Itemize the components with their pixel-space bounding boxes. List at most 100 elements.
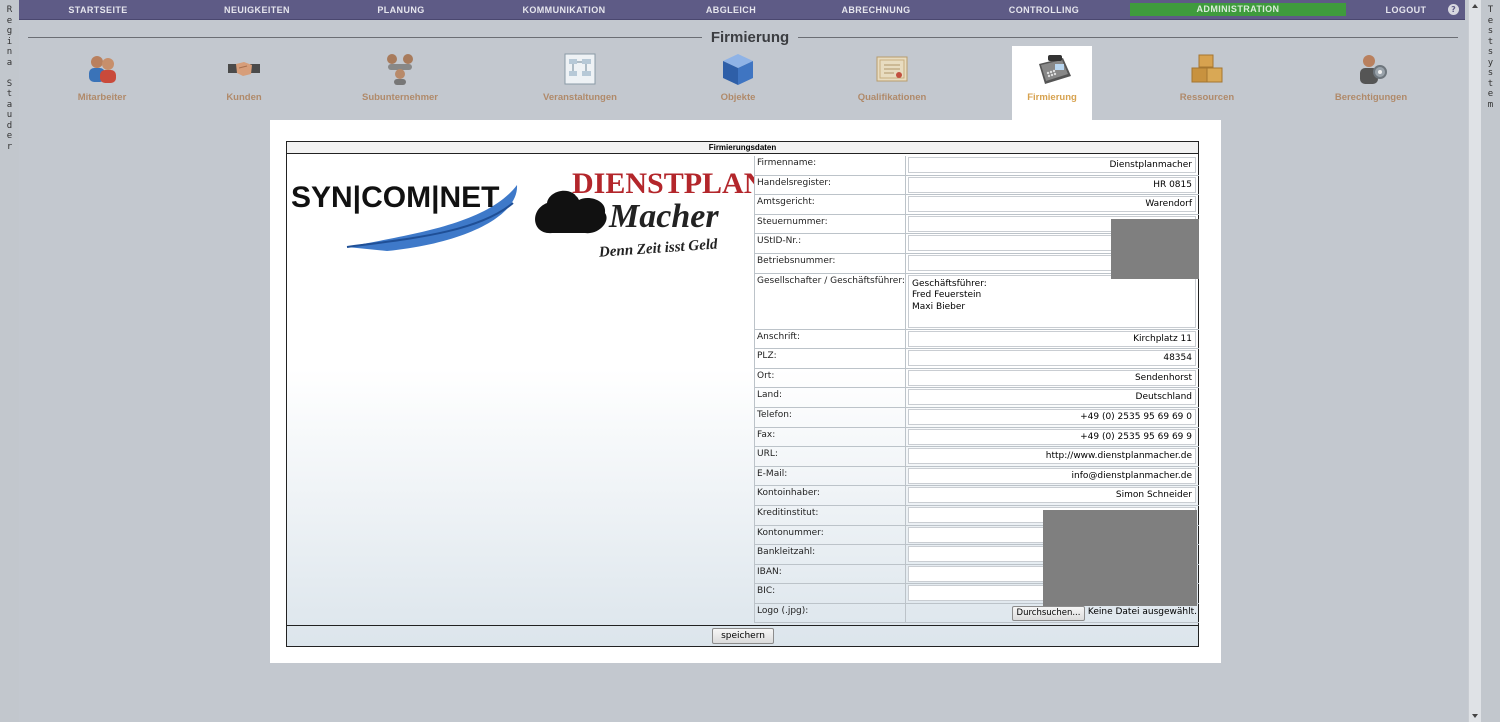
help-icon[interactable]: ? — [1448, 4, 1459, 15]
save-button[interactable]: speichern — [712, 628, 774, 644]
people-icon — [85, 52, 119, 86]
field-label: Ort: — [754, 368, 906, 388]
dienstplan-logo-text: DIENSTPLAN — [572, 167, 754, 200]
field-label: Fax: — [754, 427, 906, 447]
category-label: Veranstaltungen — [543, 92, 617, 103]
form-row: PLZ: 48354 — [754, 349, 1199, 369]
field-input[interactable]: Warendorf — [908, 196, 1196, 213]
user-gear-icon — [1354, 52, 1388, 86]
side-letter: e — [1487, 89, 1494, 99]
category-label: Objekte — [720, 92, 756, 103]
field-label: PLZ: — [754, 349, 906, 368]
category-label: Firmierung — [1027, 92, 1077, 103]
diagram-icon — [563, 52, 597, 86]
category-firmierung[interactable]: Firmierung — [1012, 46, 1092, 120]
field-label: Handelsregister: — [754, 175, 906, 195]
field-input[interactable]: Simon Schneider — [908, 487, 1196, 504]
nav-abgleich[interactable]: ABGLEICH — [663, 0, 799, 20]
category-subunternehmer[interactable]: Subunternehmer — [345, 46, 455, 120]
form-row: Telefon: +49 (0) 2535 95 69 69 0 — [754, 407, 1199, 428]
field-textarea[interactable]: Geschäftsführer: Fred Feuerstein Maxi Bi… — [908, 274, 1196, 328]
field-input[interactable]: Dienstplanmacher — [908, 157, 1196, 173]
top-navigation: STARTSEITE NEUIGKEITEN PLANUNG KOMMUNIKA… — [19, 0, 1465, 20]
form-header: Firmierungsdaten — [287, 142, 1198, 154]
side-letter: T — [1487, 5, 1494, 15]
field-input[interactable]: info@dienstplanmacher.de — [908, 467, 1196, 484]
side-letter: a — [6, 99, 13, 110]
nav-startseite[interactable]: STARTSEITE — [19, 0, 177, 20]
field-label: Anschrift: — [754, 329, 906, 349]
field-label: E-Mail: — [754, 466, 906, 486]
side-letter: u — [6, 110, 13, 120]
field-label: Logo (.jpg): — [754, 603, 906, 623]
redacted-block — [1111, 219, 1199, 279]
category-qualifikationen[interactable]: Qualifikationen — [842, 46, 942, 120]
field-input[interactable]: HR 0815 — [908, 176, 1196, 193]
form-row: E-Mail: info@dienstplanmacher.de — [754, 466, 1199, 487]
field-label: Kreditinstitut: — [754, 505, 906, 525]
field-label: Firmenname: — [754, 156, 906, 175]
user-name-strip: Regina Stauder — [0, 0, 19, 722]
form-row: Amtsgericht: Warendorf — [754, 195, 1199, 215]
page-title-text: Firmierung — [701, 29, 799, 46]
form-row: Anschrift: Kirchplatz 11 — [754, 329, 1199, 350]
category-mitarbeiter[interactable]: Mitarbeiter — [52, 46, 152, 120]
form-row: Ort: Sendenhorst — [754, 368, 1199, 389]
field-label: Steuernummer: — [754, 214, 906, 234]
field-input[interactable]: +49 (0) 2535 95 69 69 9 — [908, 428, 1196, 445]
system-name-strip: Testsystem — [1481, 0, 1500, 722]
field-label: IBAN: — [754, 564, 906, 584]
side-letter: t — [1487, 78, 1494, 89]
category-berechtigungen[interactable]: Berechtigungen — [1321, 46, 1421, 120]
field-label: Land: — [754, 388, 906, 407]
category-objekte[interactable]: Objekte — [688, 46, 788, 120]
field-input[interactable]: +49 (0) 2535 95 69 69 0 — [908, 408, 1196, 425]
field-input[interactable]: Deutschland — [908, 389, 1196, 406]
side-letter: S — [6, 78, 13, 89]
side-letter: e — [6, 15, 13, 26]
nav-abrechnung[interactable]: ABRECHNUNG — [799, 0, 953, 20]
telephone-icon — [1035, 52, 1071, 86]
side-letter: e — [1487, 15, 1494, 26]
nav-neuigkeiten[interactable]: NEUIGKEITEN — [177, 0, 337, 20]
category-ressourcen[interactable]: Ressourcen — [1157, 46, 1257, 120]
scrollbar[interactable] — [1468, 0, 1481, 722]
side-letter: t — [6, 89, 13, 99]
nav-administration[interactable]: ADMINISTRATION — [1130, 3, 1346, 16]
nav-planung[interactable]: PLANUNG — [337, 0, 465, 20]
category-veranstaltungen[interactable]: Veranstaltungen — [530, 46, 630, 120]
side-letter: y — [1487, 57, 1494, 68]
nav-controlling[interactable]: CONTROLLING — [953, 0, 1135, 20]
category-label: Subunternehmer — [361, 92, 438, 103]
field-label: Bankleitzahl: — [754, 545, 906, 564]
category-label: Mitarbeiter — [77, 92, 127, 103]
field-input[interactable]: Kirchplatz 11 — [908, 330, 1196, 347]
field-label: Amtsgericht: — [754, 195, 906, 214]
category-label: Qualifikationen — [857, 92, 927, 103]
field-label: BIC: — [754, 584, 906, 603]
field-label: Telefon: — [754, 407, 906, 427]
side-letter: e — [6, 131, 13, 141]
form-row: Firmenname: Dienstplanmacher — [754, 156, 1199, 176]
firmierung-form: Firmierungsdaten SYN|COM|NET DIENSTPLAN … — [286, 141, 1199, 647]
browse-button[interactable]: Durchsuchen... — [1012, 605, 1085, 621]
field-input[interactable]: 48354 — [908, 350, 1196, 367]
field-label: Kontonummer: — [754, 525, 906, 545]
field-input[interactable]: Sendenhorst — [908, 369, 1196, 386]
scroll-down-arrow-icon[interactable] — [1472, 714, 1478, 718]
slogan-logo-text: Denn Zeit isst Geld — [597, 236, 718, 260]
category-kunden[interactable]: Kunden — [194, 46, 294, 120]
nav-kommunikation[interactable]: KOMMUNIKATION — [465, 0, 663, 20]
macher-logo-text: Macher — [608, 198, 719, 235]
side-letter: m — [1487, 99, 1494, 110]
side-letter: s — [1487, 47, 1494, 57]
logo-area: SYN|COM|NET DIENSTPLAN Macher Denn Zeit … — [287, 155, 766, 625]
file-status: Keine Datei ausgewählt. — [1087, 606, 1197, 617]
network-people-icon — [383, 52, 417, 86]
handshake-icon — [227, 52, 261, 86]
category-label: Kunden — [226, 92, 262, 103]
field-input[interactable]: http://www.dienstplanmacher.de — [908, 448, 1196, 465]
side-letter: r — [6, 141, 13, 152]
boxes-icon — [1190, 52, 1224, 86]
scroll-up-arrow-icon[interactable] — [1472, 4, 1478, 8]
